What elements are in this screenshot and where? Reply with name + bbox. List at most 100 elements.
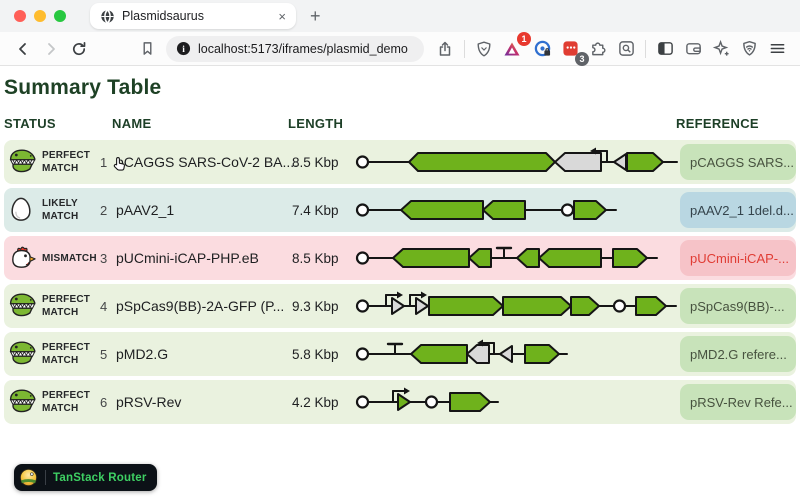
url-bar[interactable]: i localhost:5173/iframes/plasmid_demo [166,36,424,62]
table-row[interactable]: PERFECT MATCH 4 pSpCas9(BB)-2A-GFP (P...… [4,284,796,328]
dino-icon [8,388,36,416]
menu-hamburger-icon[interactable] [764,36,790,62]
page-title: Summary Table [0,66,800,100]
table-header: STATUS NAME LENGTH REFERENCE [4,114,796,132]
back-button[interactable] [10,36,36,62]
new-tab-button[interactable]: + [310,7,321,25]
leo-ai-sparkle-icon[interactable] [708,36,734,62]
column-header-length: LENGTH [288,116,350,131]
globe-favicon-icon [100,9,115,24]
browser-toolbar: i localhost:5173/iframes/plasmid_demo 1 … [0,32,800,66]
status-cell: PERFECT MATCH [8,340,100,368]
password-manager-icon[interactable] [529,36,555,62]
row-number: 4 [100,299,116,314]
plasmid-map[interactable] [354,384,680,420]
plasmid-length: 8.5 Kbp [292,155,354,170]
status-cell: PERFECT MATCH [8,148,100,176]
reference-badge[interactable]: pSpCas9(BB)-... [680,288,796,324]
brave-shield-icon[interactable] [471,36,497,62]
url-text[interactable]: localhost:5173/iframes/plasmid_demo [198,42,408,56]
table-row[interactable]: MISMATCH 3 pUCmini-iCAP-PHP.eB 8.5 Kbp p… [4,236,796,280]
row-number: 3 [100,251,116,266]
status-cell: LIKELY MATCH [8,196,100,224]
page-content: Summary Table STATUS NAME LENGTH REFEREN… [0,66,800,500]
table-row[interactable]: PERFECT MATCH 5 pMD2.G 5.8 Kbp pMD2.G re… [4,332,796,376]
reference-badge[interactable]: pRSV-Rev Refe... [680,384,796,420]
plasmid-map[interactable] [354,192,680,228]
extension-red-icon[interactable]: 3 [557,36,583,62]
table-row[interactable]: PERFECT MATCH 1 pCAGGS SARS-CoV-2 BA....… [4,140,796,184]
row-number: 5 [100,347,116,362]
plasmid-map[interactable] [354,144,680,180]
tanstack-router-badge[interactable]: TanStack Router [14,464,157,491]
column-header-status: STATUS [4,116,96,131]
extension-count-badge: 3 [575,52,589,66]
vpn-shield-icon[interactable] [736,36,762,62]
status-label: LIKELY MATCH [42,197,100,223]
window-controls [14,10,66,22]
bookmark-button[interactable] [134,36,160,62]
status-label: PERFECT MATCH [42,341,100,367]
status-label: PERFECT MATCH [42,149,100,175]
toolbar-divider [645,40,646,58]
dino-icon [8,340,36,368]
dino-icon [8,292,36,320]
egg-icon [8,196,36,224]
reference-badge[interactable]: pUCmini-iCAP-... [680,240,796,276]
tab-strip: Plasmidsaurus × + [0,0,800,32]
column-header-reference: REFERENCE [676,116,796,131]
plasmid-length: 7.4 Kbp [292,203,354,218]
plasmid-name[interactable]: pSpCas9(BB)-2A-GFP (P... [116,298,292,314]
plasmid-length: 8.5 Kbp [292,251,354,266]
status-cell: PERFECT MATCH [8,388,100,416]
row-number: 2 [100,203,116,218]
minimize-window-button[interactable] [34,10,46,22]
status-cell: MISMATCH [8,244,100,272]
extension-triangle-icon[interactable]: 1 [499,36,525,62]
tanstack-router-label: TanStack Router [53,472,147,484]
plasmid-name[interactable]: pAAV2_1 [116,202,292,218]
plasmid-name[interactable]: pCAGGS SARS-CoV-2 BA.... [116,154,292,170]
extension-badge: 1 [517,32,531,46]
chicken-icon [8,244,36,272]
summary-table-body: PERFECT MATCH 1 pCAGGS SARS-CoV-2 BA....… [0,140,800,424]
reference-badge[interactable]: pCAGGS SARS... [680,144,796,180]
site-info-icon[interactable]: i [176,41,191,56]
plasmid-name[interactable]: pUCmini-iCAP-PHP.eB [116,250,292,266]
reload-button[interactable] [66,36,92,62]
plasmid-name[interactable]: pRSV-Rev [116,394,292,410]
tab-close-icon[interactable]: × [276,9,288,24]
status-cell: PERFECT MATCH [8,292,100,320]
row-number: 6 [100,395,116,410]
plasmid-map[interactable] [354,336,680,372]
tanstack-logo-icon [19,468,38,487]
plasmid-length: 4.2 Kbp [292,395,354,410]
status-label: MISMATCH [42,252,100,265]
svg-text:i: i [182,45,185,55]
maximize-window-button[interactable] [54,10,66,22]
share-icon[interactable] [432,36,458,62]
column-header-name: NAME [112,116,288,131]
table-row[interactable]: PERFECT MATCH 6 pRSV-Rev 4.2 Kbp pRSV-Re… [4,380,796,424]
forward-button[interactable] [38,36,64,62]
pointer-cursor-icon [112,156,128,172]
tab-title: Plasmidsaurus [122,9,276,23]
plasmid-length: 9.3 Kbp [292,299,354,314]
plasmid-name[interactable]: pMD2.G [116,346,292,362]
badge-divider [45,470,46,485]
page-search-icon[interactable] [613,36,639,62]
sidebar-toggle-icon[interactable] [652,36,678,62]
status-label: PERFECT MATCH [42,293,100,319]
plasmid-map[interactable] [354,288,680,324]
toolbar-divider [464,40,465,58]
dino-icon [8,148,36,176]
wallet-icon[interactable] [680,36,706,62]
reference-badge[interactable]: pAAV2_1 1del.d... [680,192,796,228]
browser-tab[interactable]: Plasmidsaurus × [90,3,296,29]
reference-badge[interactable]: pMD2.G refere... [680,336,796,372]
plasmid-map[interactable] [354,240,680,276]
plasmid-length: 5.8 Kbp [292,347,354,362]
status-label: PERFECT MATCH [42,389,100,415]
table-row[interactable]: LIKELY MATCH 2 pAAV2_1 7.4 Kbp pAAV2_1 1… [4,188,796,232]
close-window-button[interactable] [14,10,26,22]
